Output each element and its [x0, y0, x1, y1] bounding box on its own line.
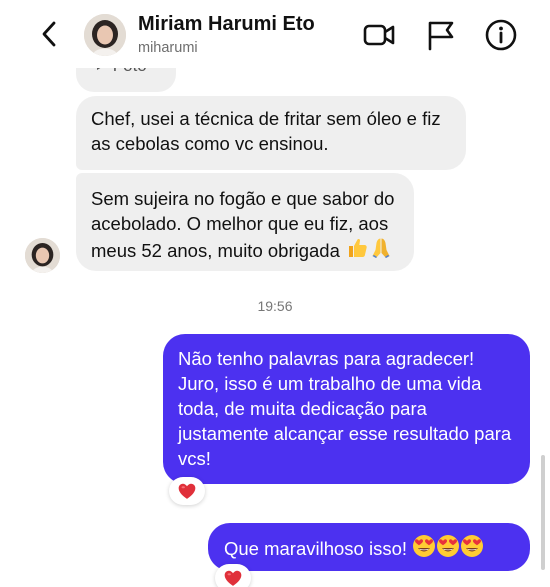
message-text: Chef, usei a técnica de fritar sem óleo … [91, 108, 441, 154]
thumbs-up-emoji-icon [345, 236, 369, 260]
heart-eyes-emoji-icon [460, 534, 484, 558]
folded-hands-emoji-icon [369, 236, 393, 260]
message-text: Não tenho palavras para agradecer! Juro,… [178, 348, 512, 469]
chat-header: Miriam Harumi Eto miharumi [0, 0, 550, 68]
message-text: Que maravilhoso isso! [224, 538, 408, 559]
contact-username[interactable]: miharumi [138, 40, 198, 56]
reaction-badge[interactable] [169, 477, 205, 505]
contact-name[interactable]: Miriam Harumi Eto [138, 13, 315, 36]
heart-eyes-emoji-icon [412, 534, 436, 558]
flag-icon[interactable] [424, 18, 458, 52]
scrollbar[interactable] [541, 455, 545, 570]
incoming-message[interactable]: Chef, usei a técnica de fritar sem óleo … [76, 96, 466, 170]
avatar[interactable] [84, 14, 126, 56]
red-heart-icon [223, 568, 243, 587]
outgoing-message[interactable]: Não tenho palavras para agradecer! Juro,… [163, 334, 530, 484]
incoming-message[interactable]: Sem sujeira no fogão e que sabor do aceb… [76, 173, 414, 271]
video-call-icon[interactable] [362, 18, 396, 52]
reaction-badge[interactable] [215, 564, 251, 587]
heart-eyes-emoji-icon [436, 534, 460, 558]
info-icon[interactable] [484, 18, 518, 52]
timestamp: 19:56 [257, 298, 293, 314]
outgoing-message[interactable]: Que maravilhoso isso! [208, 523, 530, 571]
back-chevron-icon[interactable] [36, 18, 64, 50]
red-heart-icon [177, 481, 197, 501]
sender-avatar[interactable] [25, 238, 60, 273]
